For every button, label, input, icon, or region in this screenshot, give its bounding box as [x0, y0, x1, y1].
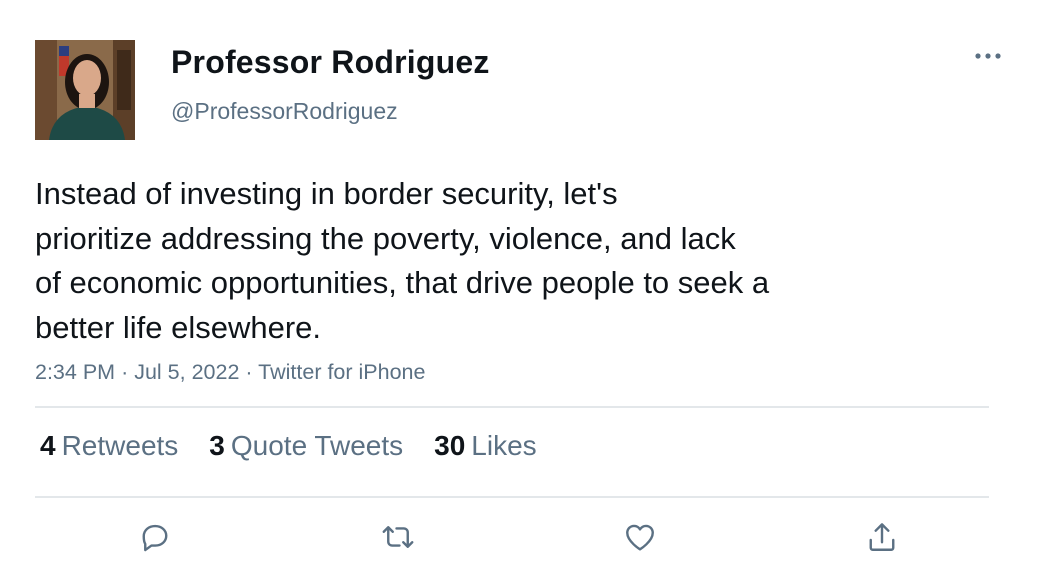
divider: [35, 496, 989, 498]
reply-button[interactable]: [135, 517, 175, 557]
share-button[interactable]: [862, 517, 902, 557]
like-button[interactable]: [620, 517, 660, 557]
avatar[interactable]: [35, 40, 135, 140]
tweet-metadata: 2:34 PM · Jul 5, 2022 · Twitter for iPho…: [35, 360, 425, 385]
likes-label: Likes: [471, 430, 537, 461]
quote-tweets-count: 3: [209, 430, 225, 461]
share-icon: [869, 523, 895, 551]
author-handle[interactable]: @ProfessorRodriguez: [171, 98, 398, 125]
separator: ·: [121, 360, 129, 384]
likes-count: 30: [434, 430, 466, 461]
author-name[interactable]: Professor Rodriguez: [171, 44, 490, 81]
retweets-label: Retweets: [61, 430, 179, 461]
separator: ·: [245, 360, 253, 384]
reply-icon: [142, 524, 168, 552]
quote-tweets-label: Quote Tweets: [230, 430, 404, 461]
likes-stat[interactable]: 30 Likes: [434, 430, 537, 462]
tweet-stats: 4 Retweets 3 Quote Tweets 30 Likes: [40, 430, 537, 462]
tweet-text: Instead of investing in border security,…: [35, 172, 935, 350]
tweet-source[interactable]: Twitter for iPhone: [258, 360, 425, 384]
quote-tweets-stat[interactable]: 3 Quote Tweets: [209, 430, 403, 462]
tweet-line: prioritize addressing the poverty, viole…: [35, 220, 736, 256]
more-options-icon[interactable]: [970, 44, 1006, 68]
profile-photo: [35, 40, 135, 140]
divider: [35, 406, 989, 408]
retweet-button[interactable]: [378, 517, 418, 557]
retweets-count: 4: [40, 430, 56, 461]
tweet-date[interactable]: Jul 5, 2022: [134, 360, 239, 384]
tweet-line: Instead of investing in border security,…: [35, 176, 618, 211]
tweet-time[interactable]: 2:34 PM: [35, 360, 115, 384]
tweet-line: better life elsewhere.: [35, 309, 322, 345]
like-icon: [626, 524, 654, 551]
retweets-stat[interactable]: 4 Retweets: [40, 430, 178, 462]
tweet-line: of economic opportunities, that drive pe…: [35, 265, 770, 300]
retweet-icon: [382, 526, 414, 548]
